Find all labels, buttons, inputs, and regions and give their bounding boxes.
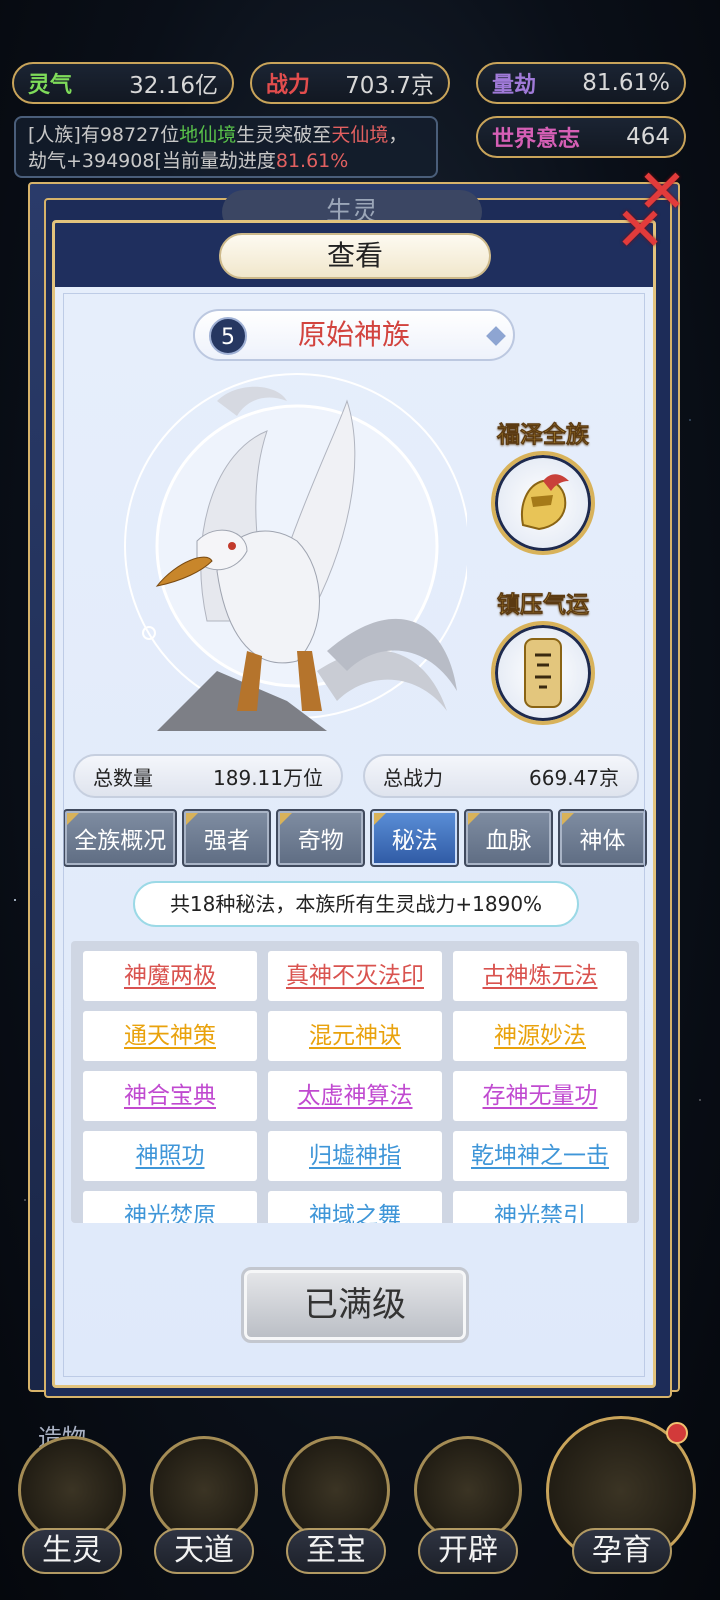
- stat-label: 量劫: [492, 73, 537, 98]
- secret-art-item[interactable]: 神光禁引: [453, 1191, 627, 1223]
- race-detail-dialog: 查看 5 原始神族 福泽全族 镇压气运 总数量 189.11万位 总战力 669…: [52, 220, 656, 1388]
- tab-divine-body[interactable]: 神体: [558, 809, 647, 867]
- dialog-title: 查看: [219, 233, 491, 279]
- nav-kaipi[interactable]: 开辟: [418, 1528, 518, 1574]
- secret-arts-summary: 共18种秘法，本族所有生灵战力+1890%: [133, 881, 579, 927]
- total-power: 总战力 669.47京: [363, 754, 639, 798]
- stat-liangjie[interactable]: 量劫 81.61%: [476, 62, 686, 104]
- secret-art-item[interactable]: 乾坤神之一击: [453, 1131, 627, 1181]
- stat-world-will[interactable]: 世界意志 464: [476, 116, 686, 158]
- secret-arts-list[interactable]: 神魔两极 真神不灭法印 古神炼元法通天神策 混元神诀 神源妙法神合宝典 太虚神算法 存神无量…: [71, 941, 639, 1223]
- tab-secret-arts[interactable]: 秘法: [370, 809, 460, 867]
- secret-art-item[interactable]: 混元神诀: [268, 1011, 442, 1061]
- secret-art-item[interactable]: 神合宝典: [83, 1071, 257, 1121]
- secret-art-item[interactable]: 太虚神算法: [268, 1071, 442, 1121]
- skill-grid: 神魔两极 真神不灭法印 古神炼元法通天神策 混元神诀 神源妙法神合宝典 太虚神算法 存神无量…: [83, 951, 629, 1223]
- race-name: 原始神族: [297, 318, 410, 351]
- stat-value: 81.61%: [582, 70, 670, 96]
- secret-art-item[interactable]: 通天神策: [83, 1011, 257, 1061]
- stat-lingqi[interactable]: 灵气 32.16亿: [12, 62, 234, 104]
- notification-dot-icon: [666, 1422, 688, 1444]
- secret-art-item[interactable]: 神域之舞: [268, 1191, 442, 1223]
- tab-bloodline[interactable]: 血脉: [464, 809, 554, 867]
- stat-value: 464: [626, 124, 670, 150]
- total-power-value: 669.47京: [529, 765, 619, 790]
- stat-label: 世界意志: [492, 127, 581, 152]
- news-ticker: [人族]有98727位地仙境生灵突破至天仙境，劫气+394908[当前量劫进度8…: [14, 116, 438, 178]
- nav-shengling[interactable]: 生灵: [22, 1528, 122, 1574]
- secret-art-item[interactable]: 古神炼元法: [453, 951, 627, 1001]
- nav-yunyu[interactable]: 孕育: [572, 1528, 672, 1574]
- stat-zhanli[interactable]: 战力 703.7京: [250, 62, 450, 104]
- stat-value: 32.16亿: [129, 73, 218, 99]
- race-header: 5 原始神族: [193, 309, 515, 361]
- stat-label: 战力: [266, 73, 311, 98]
- tab-bar: 全族概况 强者 奇物 秘法 血脉 神体: [63, 809, 647, 869]
- nav-zhibao[interactable]: 至宝: [286, 1528, 386, 1574]
- bottom-nav: 生灵 天道 至宝 开辟 孕育: [0, 1400, 720, 1600]
- total-count-label: 总数量: [93, 765, 153, 790]
- badge-label-fuze: 福泽全族: [497, 422, 590, 449]
- secret-art-item[interactable]: 神照功: [83, 1131, 257, 1181]
- nav-tiandao[interactable]: 天道: [154, 1528, 254, 1574]
- creature-illustration: [97, 371, 484, 733]
- seal-talisman-icon[interactable]: [491, 621, 595, 725]
- stat-label: 灵气: [28, 73, 73, 98]
- tab-artifacts[interactable]: 奇物: [276, 809, 366, 867]
- total-power-label: 总战力: [383, 765, 443, 790]
- secret-art-item[interactable]: 存神无量功: [453, 1071, 627, 1121]
- stat-value: 703.7京: [345, 73, 434, 99]
- tab-strong[interactable]: 强者: [182, 809, 272, 867]
- helmet-treasure-icon[interactable]: [491, 451, 595, 555]
- badge-label-zhenya: 镇压气运: [497, 592, 590, 619]
- secret-art-item[interactable]: 归墟神指: [268, 1131, 442, 1181]
- total-count: 总数量 189.11万位: [73, 754, 343, 798]
- secret-art-item[interactable]: 神源妙法: [453, 1011, 627, 1061]
- secret-art-item[interactable]: 神魔两极: [83, 951, 257, 1001]
- max-level-button[interactable]: 已满级: [241, 1267, 469, 1343]
- tab-overview[interactable]: 全族概况: [63, 809, 178, 867]
- secret-art-item[interactable]: 神光焚原: [83, 1191, 257, 1223]
- secret-art-item[interactable]: 真神不灭法印: [268, 951, 442, 1001]
- close-icon[interactable]: ✕: [612, 200, 668, 260]
- total-count-value: 189.11万位: [213, 765, 323, 790]
